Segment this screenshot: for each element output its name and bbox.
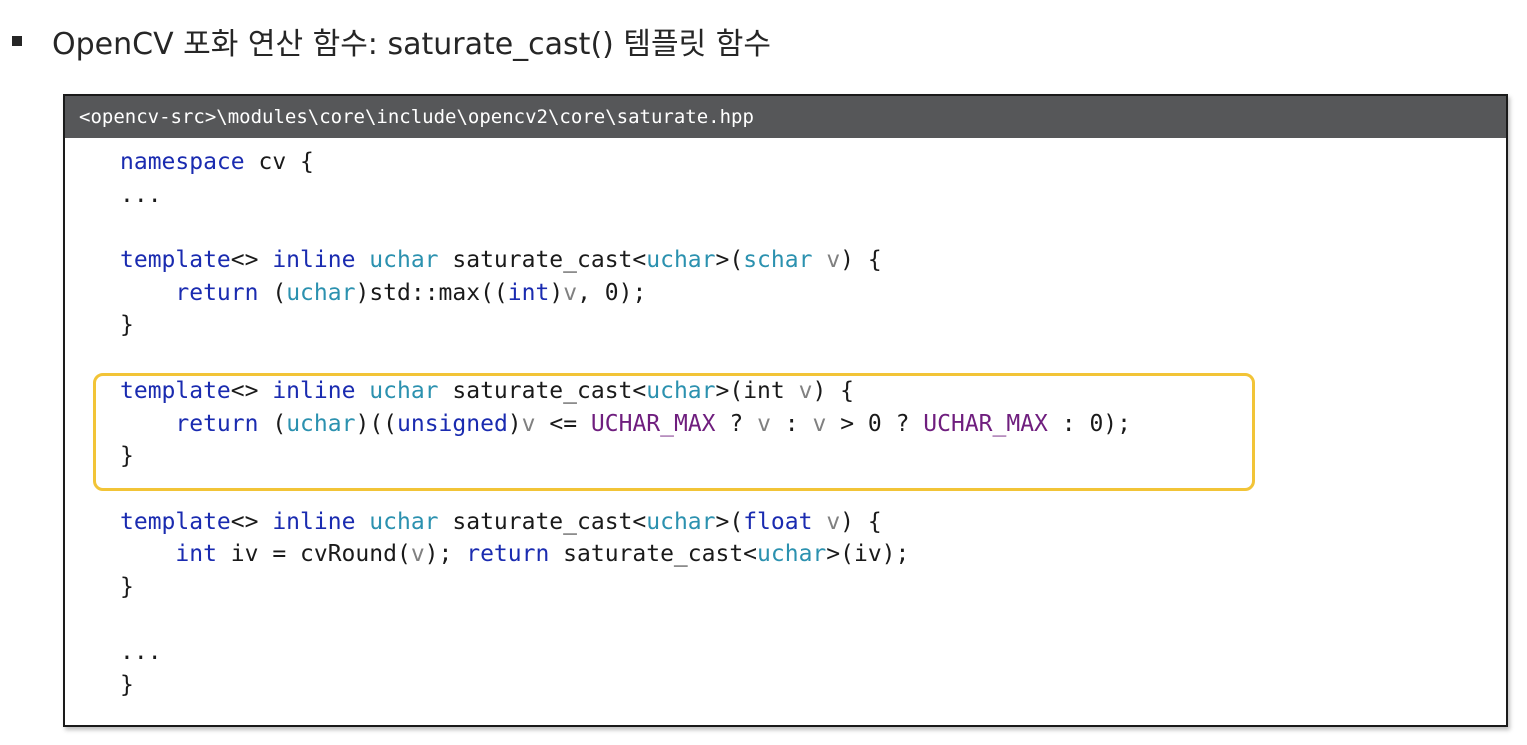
heading-text: OpenCV 포화 연산 함수: saturate_cast() 템플릿 함수 [52, 27, 771, 62]
code-line: ... [120, 181, 162, 208]
square-bullet-icon [12, 36, 22, 46]
code-line: } [120, 672, 134, 698]
code-block: namespace cv { ... template<> inline uch… [120, 146, 1131, 702]
code-line: template<> inline uchar saturate_cast<uc… [120, 247, 882, 274]
slide-heading: OpenCV 포화 연산 함수: saturate_cast() 템플릿 함수 [12, 16, 771, 66]
code-line: namespace cv { [120, 149, 314, 175]
code-panel: <opencv-src>\modules\core\include\opencv… [63, 94, 1508, 727]
code-line: template<> inline uchar saturate_cast<uc… [120, 508, 882, 535]
code-line: int iv = cvRound(v); return saturate_cas… [175, 541, 910, 568]
code-line: ... [120, 639, 162, 666]
code-line: } [120, 573, 134, 600]
file-path-bar: <opencv-src>\modules\core\include\opencv… [65, 96, 1506, 138]
code-line: return (uchar)std::max((int)v, 0); [175, 279, 647, 306]
code-line: } [120, 443, 134, 470]
code-line: return (uchar)((unsigned)v <= UCHAR_MAX … [175, 410, 1131, 437]
code-line: template<> inline uchar saturate_cast<uc… [120, 377, 855, 404]
code-line: } [120, 312, 134, 339]
